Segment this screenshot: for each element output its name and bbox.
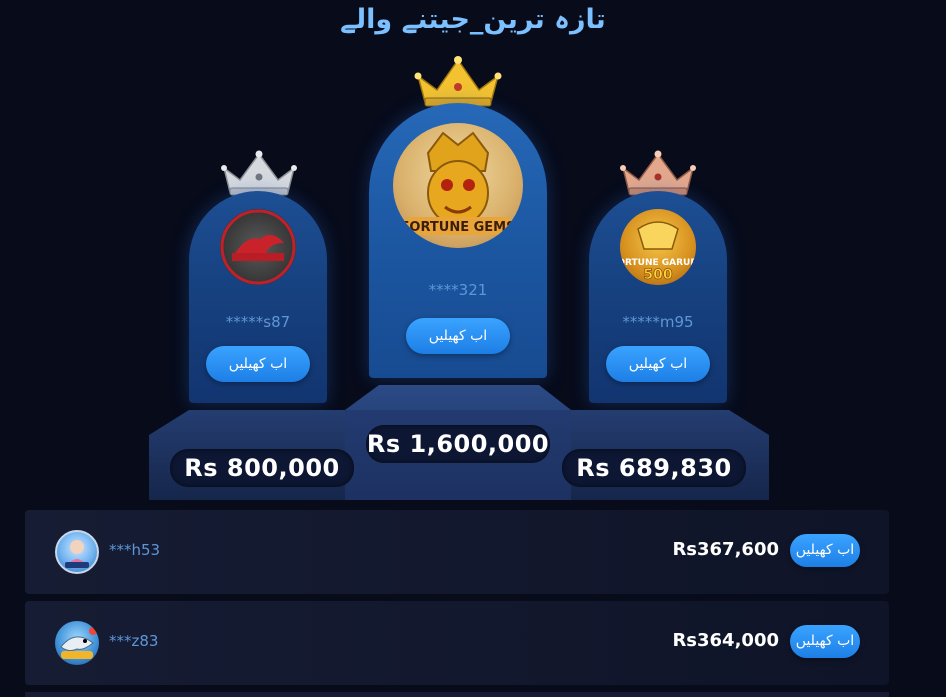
page-title: تازہ ترین_جیتنے والے (340, 4, 606, 35)
winner-amount-second: Rs 800,000 (170, 449, 354, 487)
list-item: ***h53 Rs367,600 اب کھیلیں (25, 510, 889, 594)
winner-amount: Rs367,600 (672, 539, 779, 560)
play-now-button[interactable]: اب کھیلیں (206, 346, 310, 382)
play-now-button[interactable]: اب کھیلیں (406, 318, 510, 354)
winner-amount-first: Rs 1,600,000 (366, 425, 550, 463)
game-thumbnail (220, 209, 296, 285)
play-now-button[interactable]: اب کھیلیں (790, 625, 860, 658)
list-item: ***z83 Rs364,000 اب کھیلیں (25, 601, 889, 685)
game-thumbnail (55, 530, 99, 574)
winner-username: ***z83 (109, 632, 159, 650)
game-thumbnail: FORTUNE GEMS (393, 123, 523, 248)
play-now-button[interactable]: اب کھیلیں (790, 534, 860, 567)
winner-card-second: *****s87 اب کھیلیں (189, 191, 327, 403)
winner-card-first: FORTUNE GEMS ****321 اب کھیلیں (369, 103, 547, 378)
winner-username: *****s87 (225, 313, 291, 331)
game-thumbnail (55, 621, 99, 665)
winner-card-third: FORTUNE GARUDA 500 *****m95 اب کھیلیں (589, 191, 727, 403)
winner-username: *****m95 (622, 313, 694, 331)
winner-username: ****321 (428, 281, 488, 299)
list-item-partial (25, 692, 889, 697)
winner-amount: Rs364,000 (672, 630, 779, 651)
winner-username: ***h53 (109, 541, 161, 559)
play-now-button[interactable]: اب کھیلیں (606, 346, 710, 382)
winner-amount-third: Rs 689,830 (562, 449, 746, 487)
gold-crown-icon (414, 56, 502, 107)
svg-text:500: 500 (643, 267, 672, 283)
game-thumbnail: FORTUNE GARUDA 500 (620, 209, 696, 285)
game-logo-text: FORTUNE GEMS (401, 220, 516, 235)
